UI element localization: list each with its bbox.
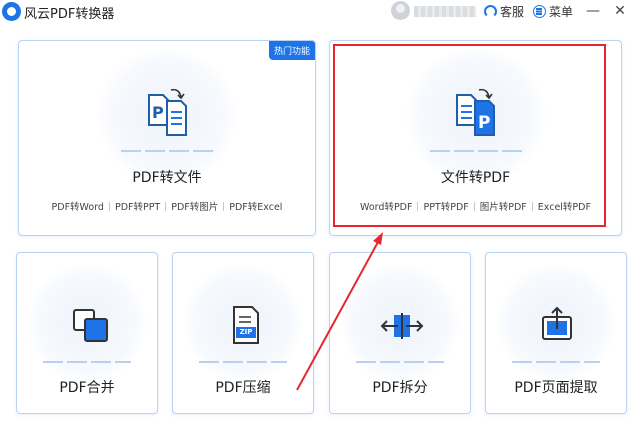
card-underline	[43, 361, 131, 363]
service-label: 客服	[500, 5, 525, 19]
svg-text:P: P	[152, 103, 164, 122]
hot-feature-badge: 热门功能	[268, 41, 315, 60]
card-title: PDF压缩	[215, 380, 271, 396]
minimize-button[interactable]: —	[584, 2, 602, 20]
card-pdf-merge[interactable]: PDF合并	[16, 252, 158, 414]
card-title: 文件转PDF	[440, 170, 511, 186]
title-bar: 风云PDF转换器 客服 菜单 — ✕	[0, 0, 640, 24]
separator	[417, 201, 419, 211]
card-pdf-split[interactable]: PDF拆分	[329, 252, 471, 414]
option-pdf-to-word[interactable]: PDF转Word	[52, 199, 104, 213]
card-underline	[121, 150, 213, 152]
card-underline	[512, 361, 600, 363]
zip-icon	[233, 306, 259, 344]
option-image-to-pdf[interactable]: 图片转PDF	[480, 199, 527, 213]
separator	[165, 201, 167, 211]
headset-icon	[484, 5, 497, 18]
card-title: PDF转文件	[132, 170, 202, 186]
card-title: PDF拆分	[372, 380, 428, 396]
option-ppt-to-pdf[interactable]: PPT转PDF	[423, 199, 468, 213]
separator	[108, 201, 110, 211]
avatar[interactable]	[391, 1, 410, 20]
app-title: 风云PDF转换器	[24, 7, 115, 22]
card-title: PDF页面提取	[514, 380, 598, 396]
pdf-to-doc-icon: P	[148, 88, 187, 136]
card-pdf-compress[interactable]: ZIP PDF压缩	[172, 252, 314, 414]
card-underline	[356, 361, 444, 363]
split-icon	[380, 313, 424, 339]
extract-page-icon	[542, 306, 572, 340]
menu-label: 菜单	[549, 5, 574, 19]
option-word-to-pdf[interactable]: Word转PDF	[360, 199, 412, 213]
service-button[interactable]: 客服	[484, 3, 524, 20]
app-logo-icon	[2, 2, 21, 21]
card-underline	[429, 150, 522, 152]
menu-icon	[533, 5, 546, 18]
card-title: PDF合并	[59, 380, 115, 396]
option-pdf-to-excel[interactable]: PDF转Excel	[229, 199, 282, 213]
zip-label: ZIP	[239, 328, 253, 336]
separator	[531, 201, 533, 211]
separator	[223, 201, 225, 211]
close-button[interactable]: ✕	[611, 2, 629, 20]
doc-to-pdf-icon: P	[456, 88, 495, 136]
svg-text:P: P	[478, 113, 490, 133]
card-pdf-to-file[interactable]: 热门功能 P PDF转文件 PDF转Word PDF转PPT PDF转图片 PD…	[18, 40, 316, 236]
menu-button[interactable]: 菜单	[533, 3, 573, 20]
option-pdf-to-image[interactable]: PDF转图片	[171, 199, 218, 213]
card-pdf-extract[interactable]: PDF页面提取	[485, 252, 627, 414]
separator	[473, 201, 475, 211]
option-pdf-to-ppt[interactable]: PDF转PPT	[115, 199, 160, 213]
card-file-to-pdf[interactable]: P 文件转PDF Word转PDF PPT转PDF 图片转PDF Excel转P…	[329, 40, 622, 236]
option-list: Word转PDF PPT转PDF 图片转PDF Excel转PDF	[330, 199, 621, 213]
blurred-username[interactable]	[414, 6, 476, 17]
card-underline	[199, 361, 287, 363]
option-excel-to-pdf[interactable]: Excel转PDF	[538, 199, 591, 213]
merge-icon	[73, 309, 108, 342]
option-list: PDF转Word PDF转PPT PDF转图片 PDF转Excel	[19, 199, 315, 213]
